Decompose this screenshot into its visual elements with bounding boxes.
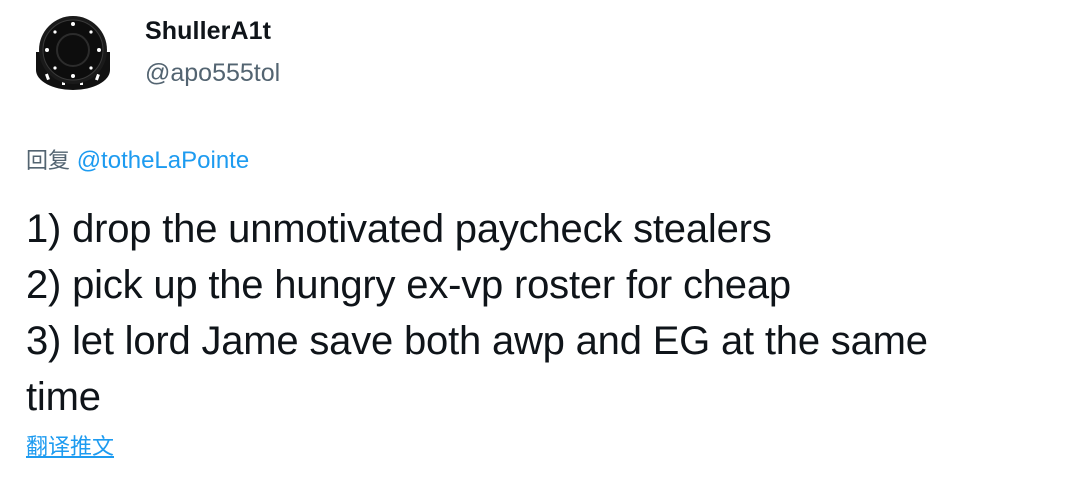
reply-mention-link[interactable]: @totheLaPointe — [77, 147, 250, 174]
author-display-name[interactable]: ShullerA1t — [145, 17, 271, 46]
tweet: ShullerA1t @apo555tol 回复 @totheLaPointe … — [0, 0, 1084, 486]
reply-context: 回复 @totheLaPointe — [26, 143, 249, 175]
poker-chip-avatar-icon — [36, 16, 110, 92]
tweet-text-line: 1) drop the unmotivated paycheck stealer… — [26, 207, 772, 251]
avatar[interactable] — [32, 12, 114, 96]
tweet-text-line: time — [26, 375, 101, 419]
tweet-text-line: 2) pick up the hungry ex-vp roster for c… — [26, 263, 791, 307]
author-handle[interactable]: @apo555tol — [145, 59, 280, 88]
translate-tweet-link[interactable]: 翻译推文 — [26, 429, 114, 461]
tweet-text-line: 3) let lord Jame save both awp and EG at… — [26, 319, 928, 363]
tweet-text: 1) drop the unmotivated paycheck stealer… — [26, 201, 1066, 425]
reply-prefix: 回复 — [26, 149, 71, 174]
